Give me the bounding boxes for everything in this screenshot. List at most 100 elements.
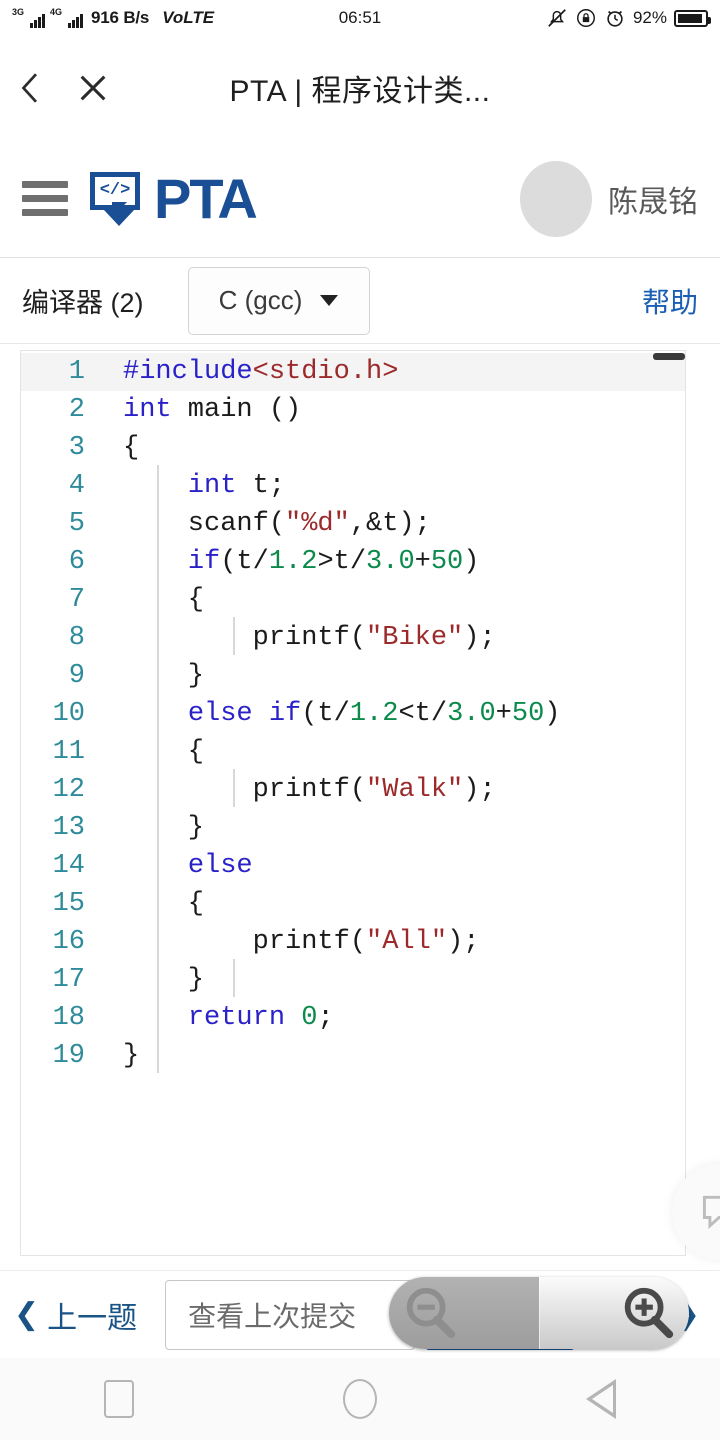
- square-icon[interactable]: [104, 1380, 135, 1418]
- compiler-toolbar: 编译器 (2) C (gcc) 帮助: [0, 258, 720, 344]
- code-line[interactable]: 13 }: [21, 809, 685, 847]
- code-line-text: {: [105, 738, 204, 766]
- code-line[interactable]: 2 int main (): [21, 391, 685, 429]
- code-line[interactable]: 16 printf("All");: [21, 923, 685, 961]
- code-token: }: [123, 964, 205, 995]
- code-token: int: [187, 470, 237, 501]
- line-number: 6: [68, 546, 85, 577]
- code-line[interactable]: 10 else if(t/1.2<t/3.0+50): [21, 695, 685, 733]
- code-line[interactable]: 3{: [21, 429, 685, 467]
- code-token: }: [123, 1040, 140, 1071]
- line-number: 1: [68, 356, 85, 387]
- phone-screen: 3G 4G 916 B/s VoLTE 06:51 92% PTA | 程序设计…: [0, 0, 720, 1440]
- line-number: 18: [52, 1002, 85, 1033]
- code-token: 1.2: [349, 698, 399, 729]
- code-line[interactable]: 7 {: [21, 581, 685, 619]
- status-bar: 3G 4G 916 B/s VoLTE 06:51 92%: [0, 0, 720, 36]
- app-header: </> PTA 陈晟铭: [0, 140, 720, 258]
- triangle-left-icon[interactable]: [585, 1379, 616, 1419]
- compiler-select[interactable]: C (gcc): [187, 266, 370, 335]
- rotation-lock-icon: [576, 9, 595, 27]
- code-token: }: [123, 812, 205, 843]
- zoom-out-button[interactable]: [389, 1277, 539, 1349]
- previous-problem-button[interactable]: ❮ 上一题: [14, 1293, 137, 1337]
- code-line-text: if(t/1.2>t/3.0+50): [105, 546, 480, 577]
- code-line[interactable]: 9 }: [21, 657, 685, 695]
- close-button[interactable]: [62, 36, 124, 140]
- zoom-control-divider: [539, 1277, 540, 1349]
- code-token: ;: [317, 1002, 334, 1033]
- code-line[interactable]: 1 #include<stdio.h>: [21, 353, 685, 391]
- code-line-list[interactable]: 1 #include<stdio.h> 2 int main () 3{4 int t;…: [21, 351, 685, 1075]
- code-line[interactable]: 8 printf("Bike");: [21, 619, 685, 657]
- line-number: 3: [68, 432, 85, 463]
- code-line-text: }: [105, 964, 205, 995]
- code-line[interactable]: 12 printf("Walk");: [21, 771, 685, 809]
- code-editor[interactable]: 1 #include<stdio.h> 2 int main () 3{4 int t;…: [20, 350, 686, 1256]
- code-line-text: }: [105, 812, 205, 843]
- code-line[interactable]: 18 return 0;: [21, 999, 685, 1037]
- avatar: [520, 160, 592, 237]
- code-line[interactable]: 14 else: [21, 847, 685, 885]
- mute-icon: [548, 9, 566, 27]
- code-line[interactable]: 5 scanf("%d",&t);: [21, 505, 685, 543]
- code-token: );: [463, 622, 496, 653]
- code-token: 1.2: [268, 546, 318, 577]
- zoom-in-button[interactable]: [539, 1277, 689, 1349]
- code-line[interactable]: 19}: [21, 1037, 685, 1075]
- code-token: {: [123, 584, 205, 615]
- code-line-text: }: [105, 660, 205, 691]
- logo-text: PTA: [154, 166, 258, 230]
- horizontal-scrollbar[interactable]: [653, 353, 685, 360]
- pta-logo[interactable]: </> PTA: [90, 166, 258, 230]
- code-token: main (): [171, 394, 302, 425]
- view-last-submission-button[interactable]: 查看上次提交: [165, 1279, 416, 1350]
- code-line[interactable]: 4 int t;: [21, 467, 685, 505]
- code-line[interactable]: 11 {: [21, 733, 685, 771]
- code-line[interactable]: 6 if(t/1.2>t/3.0+50): [21, 543, 685, 581]
- battery-percent-label: 92%: [632, 8, 667, 27]
- code-token: if: [268, 698, 302, 729]
- indent-guide: [233, 769, 235, 807]
- code-token: else: [187, 698, 253, 729]
- browser-title-bar: PTA | 程序设计类...: [0, 36, 720, 140]
- logo-glyph-label: </>: [99, 181, 131, 200]
- line-number: 13: [52, 812, 85, 843]
- line-number: 12: [52, 774, 85, 805]
- circle-icon[interactable]: [342, 1379, 377, 1419]
- code-token: >t/: [317, 546, 367, 577]
- code-token: ): [463, 546, 480, 577]
- code-token: 0: [301, 1002, 318, 1033]
- code-token: {: [123, 432, 140, 463]
- help-link[interactable]: 帮助: [642, 281, 698, 321]
- browser-zoom-control[interactable]: [389, 1277, 689, 1349]
- code-token: 50: [430, 546, 464, 577]
- code-line[interactable]: 17 }: [21, 961, 685, 999]
- compiler-label: 编译器 (2): [22, 288, 144, 318]
- line-number: 14: [52, 850, 85, 881]
- code-token: +: [495, 698, 512, 729]
- line-number: 4: [68, 470, 85, 501]
- code-line-text: return 0;: [105, 1002, 334, 1033]
- code-line[interactable]: 15 {: [21, 885, 685, 923]
- code-token: t;: [236, 470, 286, 501]
- back-button[interactable]: [0, 36, 62, 140]
- code-line-text: int main (): [105, 394, 302, 425]
- code-line-text: printf("Walk");: [105, 776, 496, 804]
- magnifier-plus-icon: [624, 1287, 674, 1339]
- code-token: #include: [123, 356, 253, 387]
- chevron-down-icon: [320, 295, 339, 306]
- code-token: if: [187, 546, 221, 577]
- hamburger-menu-icon[interactable]: [22, 181, 68, 216]
- indent-guide: [157, 465, 159, 1073]
- code-token: (t/: [301, 698, 350, 729]
- code-token: }: [123, 660, 205, 691]
- line-number: 2: [68, 394, 85, 425]
- line-number: 17: [52, 964, 85, 995]
- user-account[interactable]: 陈晟铭: [520, 160, 698, 237]
- code-token: <t/: [398, 698, 448, 729]
- compiler-select-value: C (gcc): [218, 285, 303, 315]
